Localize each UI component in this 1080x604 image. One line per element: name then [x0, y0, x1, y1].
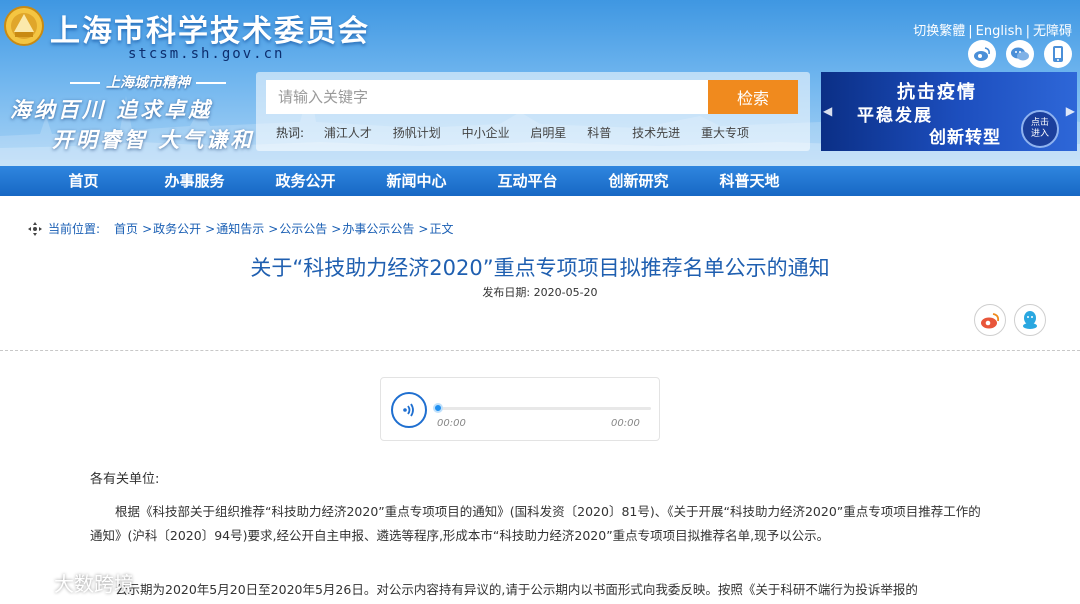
breadcrumb-separator: >: [142, 221, 153, 236]
breadcrumb-link[interactable]: 首页: [114, 220, 138, 237]
social-icons: [968, 40, 1072, 68]
chat-bubble-icon: [10, 573, 44, 592]
audio-current-time: 00:00: [437, 418, 466, 429]
salutation: 各有关单位:: [90, 472, 160, 487]
breadcrumb-label: 当前位置:: [48, 222, 101, 236]
site-title[interactable]: 上海市科学技术委员会: [50, 6, 370, 50]
nav-item-services[interactable]: 办事服务: [139, 166, 250, 196]
nav-item-news[interactable]: 新闻中心: [361, 166, 472, 196]
english-link[interactable]: English: [976, 24, 1023, 39]
hot-words: 热词: 浦江人才 扬帆计划 中小企业 启明星 科普 技术先进 重大专项: [276, 124, 766, 141]
share-buttons: [974, 304, 1046, 336]
banner-line-3: 创新转型: [929, 128, 1001, 148]
hot-word-link[interactable]: 重大专项: [701, 126, 749, 140]
watermark-text: 大数跨境: [54, 572, 134, 596]
accessibility-link[interactable]: 无障碍: [1033, 24, 1072, 39]
search-button[interactable]: 检索: [708, 80, 798, 114]
breadcrumb-link[interactable]: 公示公告: [279, 220, 327, 237]
weibo-icon[interactable]: [968, 40, 996, 68]
epidemic-banner[interactable]: ◀ ▶ 抗击疫情 平稳发展 创新转型 点击 进入: [821, 72, 1077, 151]
audio-play-button[interactable]: [391, 392, 427, 428]
banner-enter-label-2: 进入: [1030, 129, 1049, 139]
wechat-icon[interactable]: [1006, 40, 1034, 68]
city-spirit-line-2: 开明睿智 大气谦和: [52, 127, 255, 152]
mobile-icon[interactable]: [1044, 40, 1072, 68]
breadcrumb-separator: >: [331, 221, 342, 236]
audio-player: 00:00 00:00: [380, 377, 660, 441]
breadcrumb-link[interactable]: 办事公示公告: [342, 220, 414, 237]
banner-line-2: 平稳发展: [857, 106, 933, 126]
audio-progress-track[interactable]: [437, 407, 651, 410]
hot-word-link[interactable]: 启明星: [530, 126, 566, 140]
hot-word-link[interactable]: 技术先进: [632, 126, 680, 140]
hot-word-link[interactable]: 科普: [587, 126, 611, 140]
nav-item-interaction[interactable]: 互动平台: [472, 166, 583, 196]
hot-word-link[interactable]: 浦江人才: [324, 126, 372, 140]
nav-item-innovation-research[interactable]: 创新研究: [583, 166, 694, 196]
hot-word-link[interactable]: 中小企业: [462, 126, 510, 140]
hot-word-link[interactable]: 扬帆计划: [393, 126, 441, 140]
emblem-icon[interactable]: [4, 4, 44, 48]
location-crosshair-icon: [28, 221, 42, 236]
nav-item-popular-science[interactable]: 科普天地: [694, 166, 805, 196]
article-paragraph: 公示期为2020年5月20日至2020年5月26日。对公示内容持有异议的,请于公…: [115, 582, 918, 597]
breadcrumb-link[interactable]: 政务公开: [153, 220, 201, 237]
breadcrumb-separator: >: [205, 221, 216, 236]
banner-enter-label-1: 点击: [1030, 118, 1049, 128]
traditional-chinese-link[interactable]: 切换繁體: [913, 24, 965, 39]
city-spirit-line-1: 海纳百川 追求卓越: [10, 97, 213, 122]
nav-item-home[interactable]: 首页: [28, 166, 139, 196]
banner-enter-button[interactable]: 点击 进入: [1021, 110, 1059, 148]
banner-next-icon[interactable]: ▶: [1066, 104, 1075, 118]
city-spirit-label: 上海城市精神: [106, 75, 190, 91]
breadcrumb-link[interactable]: 通知告示: [216, 220, 264, 237]
city-spirit-heading: 上海城市精神: [64, 72, 232, 92]
publish-date: 发布日期: 2020-05-20: [482, 286, 598, 299]
breadcrumb-separator: >: [268, 221, 279, 236]
audio-progress-handle[interactable]: [433, 403, 443, 413]
search-input[interactable]: [266, 80, 708, 114]
divider: [0, 350, 1080, 351]
audio-total-time: 00:00: [611, 418, 640, 429]
main-nav: 首页 办事服务 政务公开 新闻中心 互动平台 创新研究 科普天地: [0, 166, 1080, 196]
page-title: 关于“科技助力经济2020”重点专项项目拟推荐名单公示的通知: [250, 256, 830, 280]
breadcrumb: 当前位置: 首页 > 政务公开 > 通知告示 > 公示公告 > 办事公示公告 >…: [28, 220, 453, 237]
speaker-wave-icon: [403, 403, 414, 417]
share-weibo-icon[interactable]: [974, 304, 1006, 336]
breadcrumb-separator: >: [418, 221, 429, 236]
search-panel: 检索 热词: 浦江人才 扬帆计划 中小企业 启明星 科普 技术先进 重大专项: [256, 72, 810, 151]
article-paragraph: 根据《科技部关于组织推荐“科技助力经济2020”重点专项项目的通知》(国科发资〔…: [90, 504, 981, 543]
watermark: 大数跨境: [8, 568, 134, 597]
nav-item-government-affairs[interactable]: 政务公开: [250, 166, 361, 196]
site-header: 上海市科学技术委员会 stcsm.sh.gov.cn 上海城市精神 海纳百川 追…: [0, 0, 1080, 166]
top-links: 切换繁體 | English | 无障碍: [913, 24, 1072, 39]
site-domain: stcsm.sh.gov.cn: [128, 46, 285, 62]
breadcrumb-current: 正文: [429, 222, 454, 236]
hot-words-label: 热词:: [276, 126, 305, 140]
banner-prev-icon[interactable]: ◀: [823, 104, 832, 118]
share-qq-icon[interactable]: [1014, 304, 1046, 336]
